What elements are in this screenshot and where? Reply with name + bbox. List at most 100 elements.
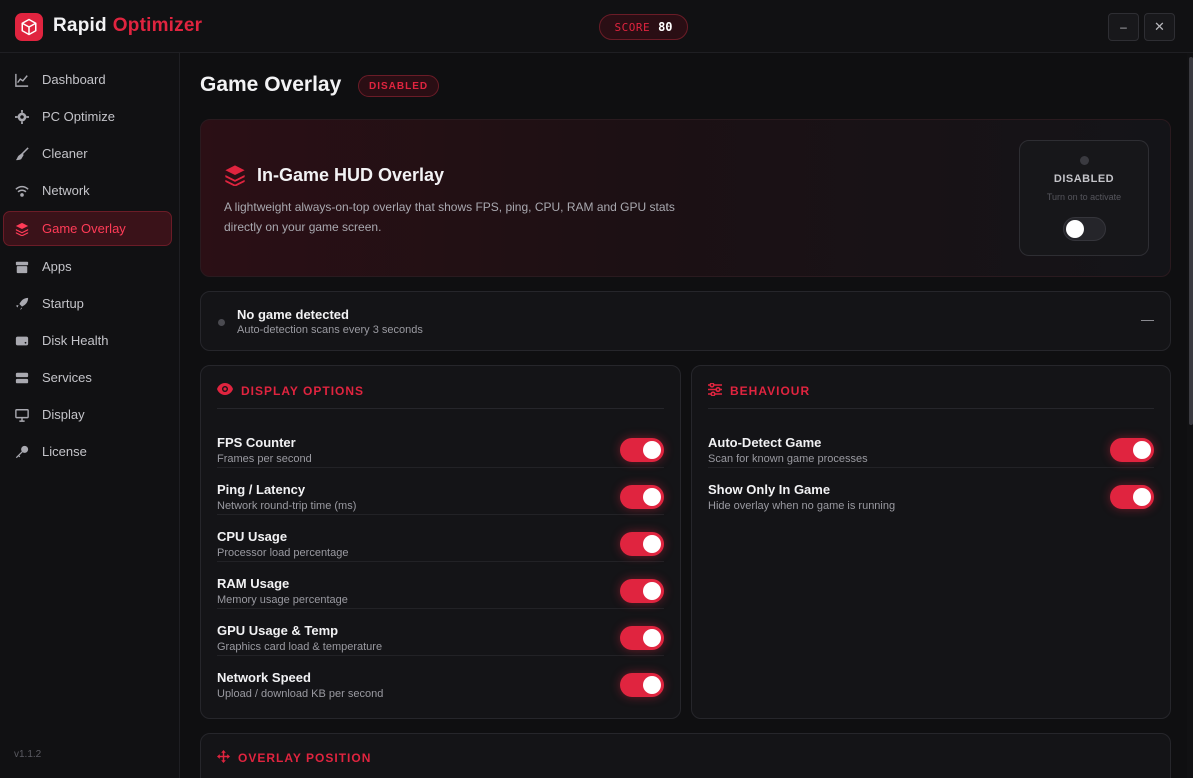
option-subtitle: Network round-trip time (ms) [217,500,357,512]
ping-latency-toggle[interactable] [620,485,664,509]
sidebar-item-disk-health[interactable]: Disk Health [3,323,172,358]
option-subtitle: Upload / download KB per second [217,688,384,700]
sidebar-item-label: Services [42,370,92,385]
hud-overlay-card: In-Game HUD Overlay A lightweight always… [200,119,1171,277]
show-only-in-game-toggle[interactable] [1110,485,1154,509]
archive-box-icon [15,260,29,274]
toggle-knob [1133,441,1151,459]
server-icon [15,371,29,385]
behaviour-header: BEHAVIOUR [708,382,811,399]
sidebar-item-label: Startup [42,296,84,311]
option-title: FPS Counter [217,435,296,450]
detection-status-dot [218,319,225,326]
toggle-knob [643,582,661,600]
option-auto-detect-game: Auto-Detect Game Scan for known game pro… [708,421,1154,468]
sidebar-item-pc-optimize[interactable]: PC Optimize [3,99,172,134]
option-show-only-in-game: Show Only In Game Hide overlay when no g… [708,468,1154,515]
scrollbar-thumb[interactable] [1189,57,1193,425]
close-button[interactable]: ✕ [1144,13,1175,41]
sidebar-item-display[interactable]: Display [3,397,172,432]
eye-icon [217,383,233,398]
main-scrollbar[interactable] [1187,53,1193,778]
hud-overlay-description: A lightweight always-on-top overlay that… [224,200,675,234]
overlay-position-header: OVERLAY POSITION [217,750,371,766]
sidebar-item-game-overlay[interactable]: Game Overlay [3,211,172,246]
detection-subtitle: Auto-detection scans every 3 seconds [237,324,423,336]
option-fps-counter: FPS Counter Frames per second [217,421,664,468]
auto-detect-game-toggle[interactable] [1110,438,1154,462]
option-title: CPU Usage [217,529,288,544]
divider [217,408,664,409]
gpu-usage-toggle[interactable] [620,626,664,650]
sidebar-item-apps[interactable]: Apps [3,249,172,284]
overlay-status-label: DISABLED [1053,173,1115,185]
gear-icon [15,109,29,124]
overlay-status-hint: Turn on to activate [1046,192,1122,202]
option-subtitle: Frames per second [217,453,312,465]
sliders-icon [708,382,722,399]
network-speed-toggle[interactable] [620,673,664,697]
toggle-knob [1066,220,1084,238]
option-subtitle: Processor load percentage [217,547,349,559]
overlay-master-toggle[interactable] [1063,217,1106,241]
option-title: RAM Usage [217,576,290,591]
sidebar-item-label: License [42,444,87,459]
move-arrows-icon [217,750,230,766]
app-logo-icon [15,13,43,41]
option-cpu-usage: CPU Usage Processor load percentage [217,515,664,562]
divider [708,408,1154,409]
sidebar-item-network[interactable]: Network [3,173,172,208]
detection-title: No game detected [237,307,349,322]
option-title: Auto-Detect Game [708,435,822,450]
score-badge: SCORE 80 [599,14,688,40]
status-badge: DISABLED [358,75,440,97]
option-title: Ping / Latency [217,482,306,497]
sidebar-item-label: Disk Health [42,333,109,348]
option-subtitle: Hide overlay when no game is running [708,500,896,512]
toggle-knob [643,535,661,553]
ram-usage-toggle[interactable] [620,579,664,603]
close-icon: ✕ [1154,19,1165,34]
option-ram-usage: RAM Usage Memory usage percentage [217,562,664,609]
overlay-position-heading: OVERLAY POSITION [238,751,372,765]
brand-accent: Optimizer [112,15,203,36]
option-ping-latency: Ping / Latency Network round-trip time (… [217,468,664,515]
sidebar-item-services[interactable]: Services [3,360,172,395]
option-subtitle: Graphics card load & temperature [217,641,383,653]
app-version: v1.1.2 [14,749,42,760]
toggle-knob [643,488,661,506]
sidebar-item-label: Display [42,407,85,422]
option-title: Network Speed [217,670,311,685]
game-detection-bar: No game detected Auto-detection scans ev… [200,291,1171,351]
toggle-knob [643,441,661,459]
behaviour-heading: BEHAVIOUR [730,384,811,398]
cpu-usage-toggle[interactable] [620,532,664,556]
toggle-knob [643,676,661,694]
toggle-knob [1133,488,1151,506]
display-options-heading: DISPLAY OPTIONS [241,383,365,398]
sidebar-item-label: PC Optimize [42,109,115,124]
minimize-icon: – [1120,20,1127,34]
fps-counter-toggle[interactable] [620,438,664,462]
overlay-status-card: DISABLED Turn on to activate [1019,140,1149,256]
option-subtitle: Memory usage percentage [217,594,348,606]
sidebar-item-license[interactable]: License [3,434,172,469]
sidebar-item-label: Game Overlay [42,221,126,236]
app-brand: Rapid Optimizer [53,15,202,37]
score-value: 80 [658,20,673,34]
option-title: Show Only In Game [708,482,831,497]
sidebar-item-cleaner[interactable]: Cleaner [3,136,172,171]
sidebar-item-startup[interactable]: Startup [3,286,172,321]
option-title: GPU Usage & Temp [217,623,339,638]
minimize-button[interactable]: – [1108,13,1139,41]
display-options-header: DISPLAY OPTIONS [217,383,364,398]
option-subtitle: Scan for known game processes [708,453,868,465]
sidebar-item-dashboard[interactable]: Dashboard [3,62,172,97]
key-icon [15,445,29,459]
chart-line-icon [15,73,29,87]
broom-icon [15,146,29,161]
toggle-knob [643,629,661,647]
behaviour-panel: BEHAVIOUR Auto-Detect Game Scan for know… [691,365,1171,719]
detection-value: — [1141,312,1154,327]
brand-primary: Rapid [53,15,107,36]
